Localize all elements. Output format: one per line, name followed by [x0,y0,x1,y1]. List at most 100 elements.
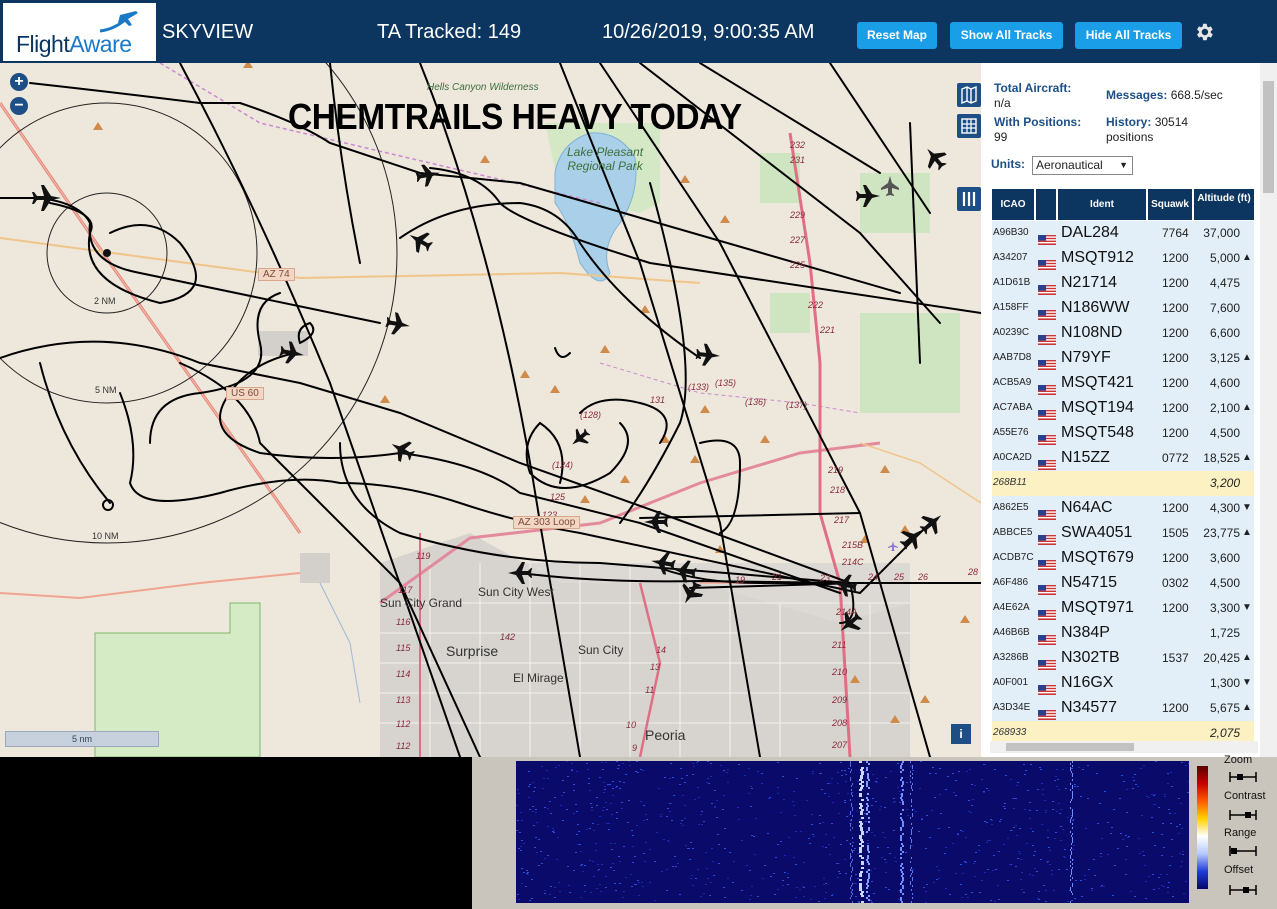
ident-cell: N302TB [1061,649,1120,666]
svg-text:214A: 214A [835,607,857,617]
table-row[interactable]: A3D34E N34577 1200 5,675 ▲ [992,696,1254,722]
us-flag-icon [1038,504,1056,520]
table-row[interactable]: A158FF N186WW 1200 7,600 [992,296,1254,322]
columns-toggle-button[interactable] [957,187,981,211]
us-flag-icon [1038,679,1056,695]
svg-text:(136): (136) [745,397,766,407]
range-ring-label-5nm: 5 NM [95,385,117,395]
range-ring-label-10nm: 10 NM [92,531,119,541]
squawk-cell: 1200 [1162,276,1189,290]
panel-vertical-scrollbar[interactable] [1260,63,1277,757]
grid-icon [961,118,977,134]
us-flag-icon [1038,279,1056,295]
spectrum-waterfall[interactable] [516,761,1189,903]
icao-cell: A0239C [993,327,1030,338]
table-row[interactable]: AAB7D8 N79YF 1200 3,125 ▲ [992,346,1254,372]
table-row[interactable]: ACB5A9 MSQT421 1200 4,600 [992,371,1254,397]
flightaware-logo[interactable]: FlightAware [3,3,156,61]
range-slider[interactable] [1229,846,1257,856]
history-unit: positions [1106,130,1154,144]
overlay-text: CHEMTRAILS HEAVY TODAY [288,96,742,137]
ident-cell: SWA4051 [1061,524,1133,541]
table-row[interactable]: A6F486 N54715 0302 4,500 [992,571,1254,597]
table-row[interactable]: AC7ABA MSQT194 1200 2,100 ▲ [992,396,1254,422]
svg-text:(124): (124) [552,460,573,470]
altitude-trend-icon: ▲ [1242,652,1252,663]
us-flag-icon [1038,454,1056,470]
zoom-in-button[interactable]: + [10,73,28,91]
units-select[interactable]: Aeronautical ▼ [1032,156,1133,175]
chevron-down-icon: ▼ [1119,160,1128,170]
total-aircraft-label: Total Aircraft: [994,81,1072,95]
svg-text:232: 232 [789,140,805,150]
altitude-cell: 1,300 [1209,676,1240,690]
table-row[interactable]: A3286B N302TB 1537 20,425 ▲ [992,646,1254,672]
place-lake-pleasant: Lake Pleasant Regional Park [566,145,644,173]
place-sun-city-grand: Sun City Grand [380,596,463,610]
svg-text:(137): (137) [786,400,807,410]
table-row[interactable]: A0F001 N16GX 1,300 ▼ [992,671,1254,697]
with-positions-value: 99 [994,130,1008,144]
altitude-cell: 5,675 [1209,701,1240,715]
map-grid-button[interactable] [957,114,981,138]
svg-text:9: 9 [632,743,637,753]
altitude-trend-icon: ▲ [1242,352,1252,363]
show-all-tracks-button[interactable]: Show All Tracks [950,22,1063,49]
offset-slider[interactable] [1229,885,1257,895]
svg-text:222: 222 [807,300,823,310]
squawk-cell: 1200 [1162,251,1189,265]
squawk-cell: 0302 [1162,576,1189,590]
table-row[interactable]: A0CA2D N15ZZ 0772 18,525 ▲ [992,446,1254,472]
svg-text:26: 26 [917,572,928,582]
svg-text:112: 112 [396,719,410,729]
col-header-flag[interactable] [1036,189,1056,220]
table-row[interactable]: A0239C N108ND 1200 6,600 [992,321,1254,347]
scrollbar-thumb[interactable] [1263,81,1274,193]
altitude-trend-icon: ▲ [1242,402,1252,413]
contrast-slider[interactable] [1229,810,1257,820]
history-stat: History: 30514 [1106,115,1189,129]
table-row[interactable]: A46B6B N384P 1,725 [992,621,1254,647]
ident-cell: N21714 [1061,274,1118,291]
us-flag-icon [1038,529,1056,545]
altitude-trend-icon: ▼ [1242,502,1252,513]
svg-text:14: 14 [656,645,666,655]
altitude-cell: 18,525 [1203,451,1240,465]
place-peoria: Peoria [645,727,686,743]
table-row[interactable]: A862E5 N64AC 1200 4,300 ▼ [992,496,1254,522]
info-button[interactable]: i [951,724,971,744]
col-header-altitude[interactable]: Altitude (ft) [1194,189,1254,220]
table-row[interactable]: A34207 MSQT912 1200 5,000 ▲ [992,246,1254,272]
map-layers-button[interactable] [957,83,981,107]
panel-horizontal-scrollbar[interactable] [990,741,1258,753]
col-header-squawk[interactable]: Squawk [1148,189,1192,220]
reset-map-button[interactable]: Reset Map [857,22,937,49]
svg-text:209: 209 [831,695,847,705]
svg-text:(135): (135) [715,378,736,388]
hscroll-thumb[interactable] [1006,743,1134,751]
altitude-cell: 6,600 [1209,326,1240,340]
squawk-cell: 1200 [1162,326,1189,340]
contrast-label: Contrast [1224,790,1266,802]
table-row[interactable]: A55E76 MSQT548 1200 4,500 [992,421,1254,447]
table-row[interactable]: A96B30 DAL284 7764 37,000 [992,221,1254,247]
col-header-ident[interactable]: Ident [1058,189,1146,220]
table-row[interactable]: ACDB7C MSQT679 1200 3,600 [992,546,1254,572]
svg-text:227: 227 [789,235,806,245]
svg-text:225: 225 [789,260,806,270]
table-row[interactable]: ABBCE5 SWA4051 1505 23,775 ▲ [992,521,1254,547]
table-row[interactable]: A4E62A MSQT971 1200 3,300 ▼ [992,596,1254,622]
table-row[interactable]: A1D61B N21714 1200 4,475 [992,271,1254,297]
icao-cell: A34207 [993,252,1028,263]
table-row[interactable]: 268B11 3,200 [992,471,1254,497]
squawk-cell: 1200 [1162,701,1189,715]
svg-text:119: 119 [416,551,430,561]
place-el-mirage: El Mirage [513,671,564,685]
hide-all-tracks-button[interactable]: Hide All Tracks [1075,22,1182,49]
map-view[interactable]: 232 231 229 227 225 222 221 219 218 217 215B 214… [0,63,981,757]
zoom-out-button[interactable]: − [10,97,28,115]
svg-text:231: 231 [789,155,805,165]
zoom-slider[interactable] [1229,772,1257,782]
col-header-icao[interactable]: ICAO [992,189,1034,220]
gear-icon[interactable] [1193,21,1215,43]
